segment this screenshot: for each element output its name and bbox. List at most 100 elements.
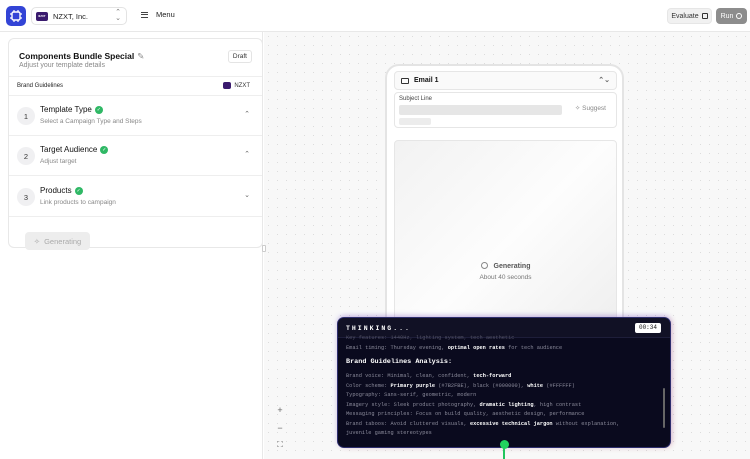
envelope-icon — [401, 77, 409, 84]
brand-guidelines-row[interactable]: Brand Guidelines NZXT — [9, 76, 262, 96]
template-subtitle: Adjust your template details — [19, 62, 105, 69]
clipboard-icon — [701, 13, 708, 19]
play-circle-icon — [736, 13, 743, 19]
template-card: Components Bundle Special ✎ Adjust your t… — [8, 38, 263, 250]
text-highlight: Primary purple — [390, 382, 436, 389]
fit-view-button[interactable]: ⛶ — [274, 440, 286, 450]
pencil-icon[interactable]: ✎ — [137, 51, 144, 61]
suggest-label: Suggest — [582, 105, 606, 112]
timer-badge: 00:34 — [634, 323, 661, 333]
suggest-button[interactable]: ✧ Suggest — [575, 104, 606, 112]
text-highlight: optimal open rates — [447, 345, 505, 351]
thinking-panel: THINKING... 00:34 Key features: 1440Hz, … — [338, 318, 670, 447]
check-icon: ✓ — [94, 105, 103, 114]
org-logo: NZXT — [36, 11, 48, 21]
email-label: Email 1 — [414, 77, 439, 84]
step-title: Products ✓ — [40, 186, 83, 195]
zoom-out-button[interactable]: − — [274, 423, 286, 433]
run-button[interactable]: Run — [716, 8, 747, 24]
org-switcher[interactable]: NZXT NZXT, Inc. ⌃ ⌄ — [31, 7, 127, 25]
thinking-title: THINKING... — [346, 325, 411, 332]
zoom-in-button[interactable]: + — [274, 405, 286, 415]
check-icon: ✓ — [100, 145, 109, 154]
check-icon: ✓ — [74, 186, 83, 195]
thinking-line: Messaging principles: Focus on build qua… — [346, 411, 585, 417]
step-number: 2 — [17, 147, 35, 165]
brand-name: NZXT — [234, 82, 250, 89]
top-bar: NZXT NZXT, Inc. ⌃ ⌄ Menu Evaluate Run — [0, 0, 750, 32]
panel-resize-handle[interactable] — [262, 245, 266, 252]
chevron-down-icon[interactable]: ⌄ — [244, 191, 250, 199]
step-template-type[interactable]: 1 Template Type ✓ Select a Campaign Type … — [9, 96, 262, 136]
generating-eta: About 40 seconds — [479, 274, 532, 281]
brand-logo — [223, 82, 232, 89]
spinner-icon — [480, 262, 488, 269]
thinking-line: juvenile gaming stereotypes — [346, 430, 432, 436]
hamburger-icon — [141, 10, 148, 19]
brand-guidelines-value: NZXT — [223, 82, 250, 89]
org-name: NZXT, Inc. — [53, 11, 89, 21]
run-label: Run — [720, 12, 734, 20]
email-selector[interactable]: Email 1 ⌃⌄ — [394, 71, 617, 90]
text-run: Imagery style: Sleek product photography… — [346, 401, 480, 408]
thinking-line: Brand taboos: Avoid cluttered visuals, e… — [346, 421, 619, 427]
subject-line-label: Subject Line — [399, 96, 433, 102]
step-title-text: Target Audience — [40, 145, 98, 154]
sparkle-icon: ✧ — [574, 105, 581, 112]
menu-button[interactable]: Menu — [141, 10, 175, 19]
thinking-line: Email timing: Thursday evening, optimal … — [346, 345, 562, 351]
thinking-line: Typography: Sans-serif, geometric, moder… — [346, 392, 477, 398]
evaluate-button[interactable]: Evaluate — [667, 8, 712, 24]
step-number: 1 — [17, 107, 35, 125]
thinking-line: Key features: 1440Hz, lighting system, t… — [346, 335, 515, 341]
thinking-line: Brand voice: Minimal, clean, confident, … — [346, 373, 511, 379]
template-title: Components Bundle Special ✎ — [19, 51, 144, 62]
chevron-up-icon[interactable]: ⌃ — [244, 150, 250, 158]
email-preview-phone: Email 1 ⌃⌄ Subject Line ✧ Suggest Genera… — [385, 64, 624, 354]
sparkle-icon: ✧ — [33, 236, 41, 246]
text-highlight: tech-forward — [473, 373, 512, 379]
step-title: Target Audience ✓ — [40, 145, 109, 154]
generating-label: Generating — [493, 263, 531, 270]
step-subtitle: Adjust target — [40, 158, 77, 165]
brand-guidelines-label: Brand Guidelines — [17, 83, 64, 89]
chevron-up-icon[interactable]: ⌃ — [244, 110, 250, 118]
subject-placeholder-short — [399, 118, 431, 125]
chevron-updown-icon: ⌃⌄ — [598, 77, 610, 84]
text-run: (#7B2FBE), black (#000000), — [435, 382, 528, 389]
generate-label: Generating — [44, 236, 82, 246]
step-number: 3 — [17, 188, 35, 206]
step-title-text: Products — [40, 186, 72, 195]
menu-label: Menu — [156, 10, 175, 19]
step-subtitle: Link products to campaign — [40, 199, 116, 206]
app-logo[interactable] — [6, 6, 26, 26]
text-run: without explanation, — [552, 420, 620, 427]
text-run: Email timing: Thursday evening, — [346, 345, 448, 351]
generating-status: Generating — [395, 262, 616, 270]
step-title: Template Type ✓ — [40, 105, 103, 114]
thinking-scrollbar[interactable] — [663, 388, 665, 428]
text-run: Brand taboos: Avoid cluttered visuals, — [346, 420, 470, 427]
chevron-updown-icon: ⌃⌄ — [115, 9, 121, 22]
text-highlight: dramatic lighting — [479, 401, 534, 408]
step-subtitle: Select a Campaign Type and Steps — [40, 118, 142, 125]
thinking-heading: Brand Guidelines Analysis: — [346, 358, 453, 366]
subject-placeholder — [399, 105, 562, 115]
template-title-text: Components Bundle Special — [19, 51, 135, 61]
app-logo-icon — [10, 10, 22, 22]
thinking-line: Color scheme: Primary purple (#7B2FBE), … — [346, 383, 575, 389]
connector-node[interactable] — [500, 440, 509, 449]
left-panel: Components Bundle Special ✎ Adjust your t… — [0, 32, 263, 459]
evaluate-label: Evaluate — [671, 12, 699, 20]
thinking-line: Imagery style: Sleek product photography… — [346, 402, 581, 408]
generate-button[interactable]: ✧ Generating — [25, 232, 90, 250]
text-run: Brand voice: Minimal, clean, confident, — [346, 373, 474, 379]
text-run: for tech audience — [504, 345, 563, 351]
step-target-audience[interactable]: 2 Target Audience ✓ Adjust target ⌃ — [9, 136, 262, 176]
subject-line-box: Subject Line ✧ Suggest — [394, 92, 617, 128]
text-run: , high contrast — [533, 401, 582, 408]
step-products[interactable]: 3 Products ✓ Link products to campaign ⌄ — [9, 177, 262, 217]
step-title-text: Template Type — [40, 105, 92, 114]
text-highlight: excessive technical jargon — [469, 420, 553, 427]
text-run: Color scheme: — [346, 382, 391, 389]
